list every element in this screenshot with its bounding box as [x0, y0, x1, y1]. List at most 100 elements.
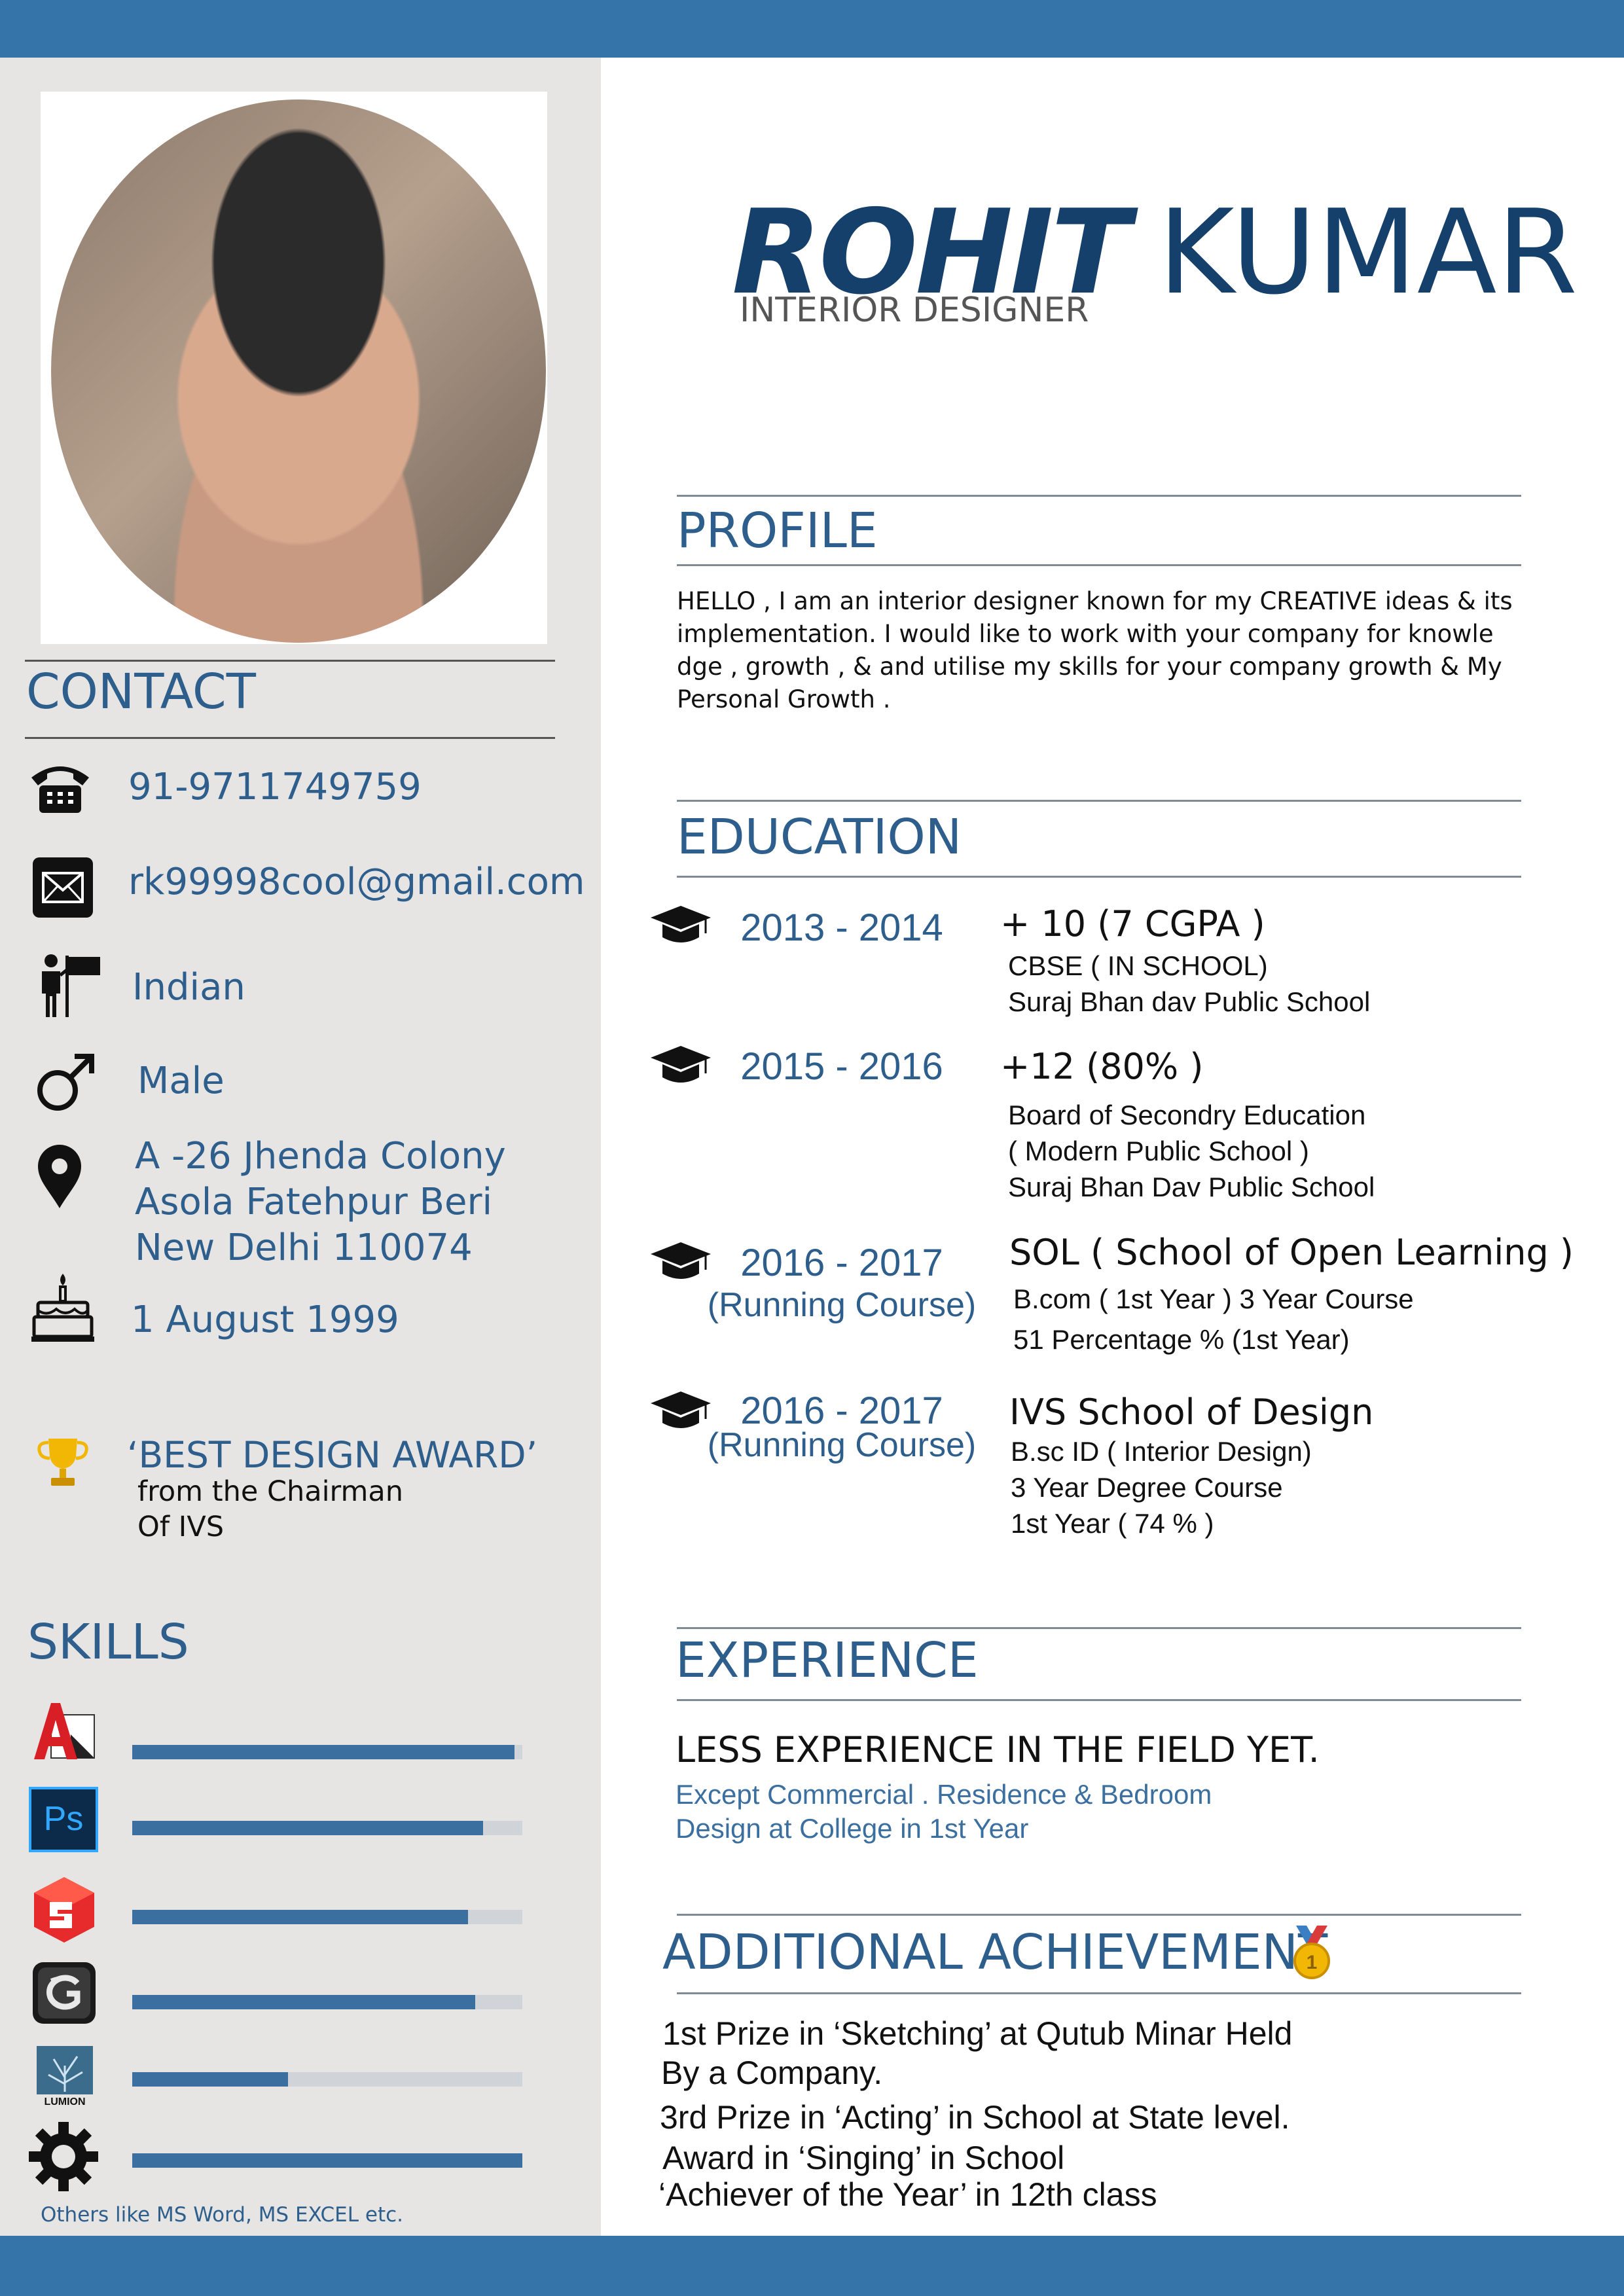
- edu-3-details: B.com ( 1st Year ) 3 Year Course 51 Perc…: [1013, 1279, 1414, 1360]
- edu-2-line-2: ( Modern Public School ): [1008, 1136, 1309, 1166]
- photoshop-icon: Ps: [29, 1787, 98, 1852]
- profile-photo: [51, 99, 546, 643]
- location-pin-icon: [37, 1144, 82, 1210]
- skill-bar-autocad: [132, 1745, 522, 1759]
- skills-heading: SKILLS: [27, 1614, 189, 1670]
- male-symbol-icon: [34, 1051, 97, 1114]
- email-icon: [31, 856, 94, 919]
- edu-3-line-2: 51 Percentage % (1st Year): [1013, 1324, 1350, 1355]
- profile-line-1: HELLO , I am an interior designer known …: [677, 587, 1513, 615]
- bottom-accent-bar: [0, 2236, 1624, 2296]
- edu-4-title: IVS School of Design: [1009, 1391, 1374, 1433]
- contact-email[interactable]: rk99998cool@gmail.com: [128, 859, 585, 905]
- phone-icon: [27, 759, 93, 816]
- edu-2-year: 2015 - 2016: [740, 1045, 943, 1088]
- contact-gender: Male: [137, 1060, 225, 1102]
- achievement-line-3: 3rd Prize in ‘Acting’ in School at State…: [660, 2099, 1290, 2136]
- skill-bar-other: [132, 2153, 522, 2168]
- person-flag-icon: [37, 953, 106, 1018]
- profile-line-2: implementation. I would like to work wit…: [677, 620, 1494, 648]
- contact-nationality: Indian: [132, 966, 245, 1009]
- skill-fill-sketchup: [132, 1910, 468, 1924]
- contact-birthday: 1 August 1999: [131, 1299, 399, 1341]
- achievement-heading: ADDITIONAL ACHIEVEMENT: [662, 1924, 1328, 1981]
- profile-line-3: dge , growth , & and utilise my skills f…: [677, 653, 1502, 681]
- skill-fill-photoshop: [132, 1821, 484, 1835]
- award-line-2: Of IVS: [137, 1511, 225, 1543]
- skill-bar-3dsmax: [132, 1995, 522, 2009]
- profile-top-rule: [677, 495, 1521, 497]
- skill-fill-3dsmax: [132, 1995, 476, 2009]
- skill-bar-lumion: [132, 2072, 522, 2087]
- edu-3-year: 2016 - 2017: [740, 1242, 943, 1284]
- achievement-bottom-rule: [677, 1992, 1521, 1994]
- lumion-icon: LUMION: [37, 2046, 93, 2106]
- edu-3-title: SOL ( School of Open Learning ): [1009, 1232, 1574, 1273]
- graduation-cap-icon: [649, 1241, 712, 1284]
- skill-fill-autocad: [132, 1745, 515, 1759]
- achievement-top-rule: [677, 1914, 1521, 1916]
- education-bottom-rule: [677, 876, 1521, 878]
- graduation-cap-icon: [649, 1045, 712, 1088]
- contact-bottom-rule: [25, 737, 555, 739]
- contact-address: A -26 Jhenda Colony Asola Fatehpur Beri …: [135, 1134, 506, 1271]
- top-accent-bar: [0, 0, 1624, 58]
- edu-2-line-3: Suraj Bhan Dav Public School: [1008, 1172, 1375, 1202]
- edu-3-note: (Running Course): [707, 1286, 977, 1324]
- education-top-rule: [677, 800, 1521, 802]
- experience-headline: LESS EXPERIENCE IN THE FIELD YET.: [676, 1729, 1320, 1770]
- achievement-line-5: ‘Achiever of the Year’ in 12th class: [659, 2176, 1157, 2213]
- edu-4-line-3: 1st Year ( 74 % ): [1011, 1508, 1214, 1539]
- gear-icon: [27, 2121, 99, 2193]
- address-line-2: Asola Fatehpur Beri: [135, 1181, 493, 1223]
- edu-2-line-1: Board of Secondry Education: [1008, 1100, 1366, 1130]
- edu-4-note: (Running Course): [707, 1426, 977, 1464]
- edu-1-line-1: CBSE ( IN SCHOOL): [1008, 950, 1268, 981]
- edu-1-year: 2013 - 2014: [740, 906, 943, 949]
- profile-line-4: Personal Growth .: [677, 685, 891, 713]
- edu-2-title: +12 (80% ): [1000, 1046, 1204, 1087]
- edu-2-details: Board of Secondry Education ( Modern Pub…: [1008, 1097, 1375, 1205]
- achievement-line-1: 1st Prize in ‘Sketching’ at Qutub Minar …: [662, 2015, 1293, 2052]
- skill-bar-photoshop: [132, 1821, 522, 1835]
- experience-line-1: Except Commercial . Residence & Bedroom: [676, 1779, 1212, 1810]
- graduation-cap-icon: [649, 905, 712, 948]
- last-name: KUMAR: [1158, 185, 1578, 320]
- award-title: ‘BEST DESIGN AWARD’: [127, 1434, 538, 1476]
- experience-line-2: Design at College in 1st Year: [676, 1813, 1029, 1844]
- experience-details: Except Commercial . Residence & Bedroom …: [676, 1778, 1212, 1846]
- experience-bottom-rule: [677, 1699, 1521, 1701]
- photoshop-icon-label: Ps: [44, 1800, 84, 1838]
- contact-phone[interactable]: 91-9711749759: [128, 764, 422, 810]
- edu-4-line-1: B.sc ID ( Interior Design): [1011, 1436, 1312, 1467]
- sketchup-icon: [31, 1876, 96, 1944]
- lumion-icon-label: LUMION: [44, 2096, 85, 2106]
- award-line-1: from the Chairman: [137, 1475, 403, 1508]
- 3dsmax-icon: [31, 1961, 97, 2025]
- experience-top-rule: [677, 1627, 1521, 1629]
- medal-icon: 1: [1287, 1924, 1337, 1981]
- birthday-cake-icon: [31, 1271, 94, 1343]
- skills-note: Others like MS Word, MS EXCEL etc.: [41, 2203, 404, 2227]
- experience-heading: EXPERIENCE: [676, 1632, 979, 1689]
- skill-fill-other: [132, 2153, 522, 2168]
- profile-bottom-rule: [677, 564, 1521, 566]
- edu-1-line-2: Suraj Bhan dav Public School: [1008, 986, 1371, 1017]
- medal-icon-label: 1: [1307, 1952, 1318, 1973]
- edu-1-title: + 10 (7 CGPA ): [1000, 903, 1265, 944]
- address-line-1: A -26 Jhenda Colony: [135, 1135, 506, 1177]
- skill-fill-lumion: [132, 2072, 289, 2087]
- contact-top-rule: [25, 660, 555, 662]
- edu-1-details: CBSE ( IN SCHOOL) Suraj Bhan dav Public …: [1008, 948, 1370, 1020]
- education-heading: EDUCATION: [677, 809, 962, 865]
- address-line-3: New Delhi 110074: [135, 1227, 473, 1269]
- profile-text: HELLO , I am an interior designer known …: [677, 585, 1513, 716]
- contact-heading: CONTACT: [26, 664, 256, 720]
- autocad-icon: [31, 1702, 96, 1762]
- trophy-icon: [37, 1435, 89, 1490]
- achievement-line-4: Award in ‘Singing’ in School: [662, 2140, 1065, 2176]
- achievement-line-2: By a Company.: [661, 2054, 883, 2091]
- edu-3-line-1: B.com ( 1st Year ) 3 Year Course: [1013, 1283, 1414, 1314]
- skill-bar-sketchup: [132, 1910, 522, 1924]
- award-description: from the Chairman Of IVS: [137, 1474, 403, 1545]
